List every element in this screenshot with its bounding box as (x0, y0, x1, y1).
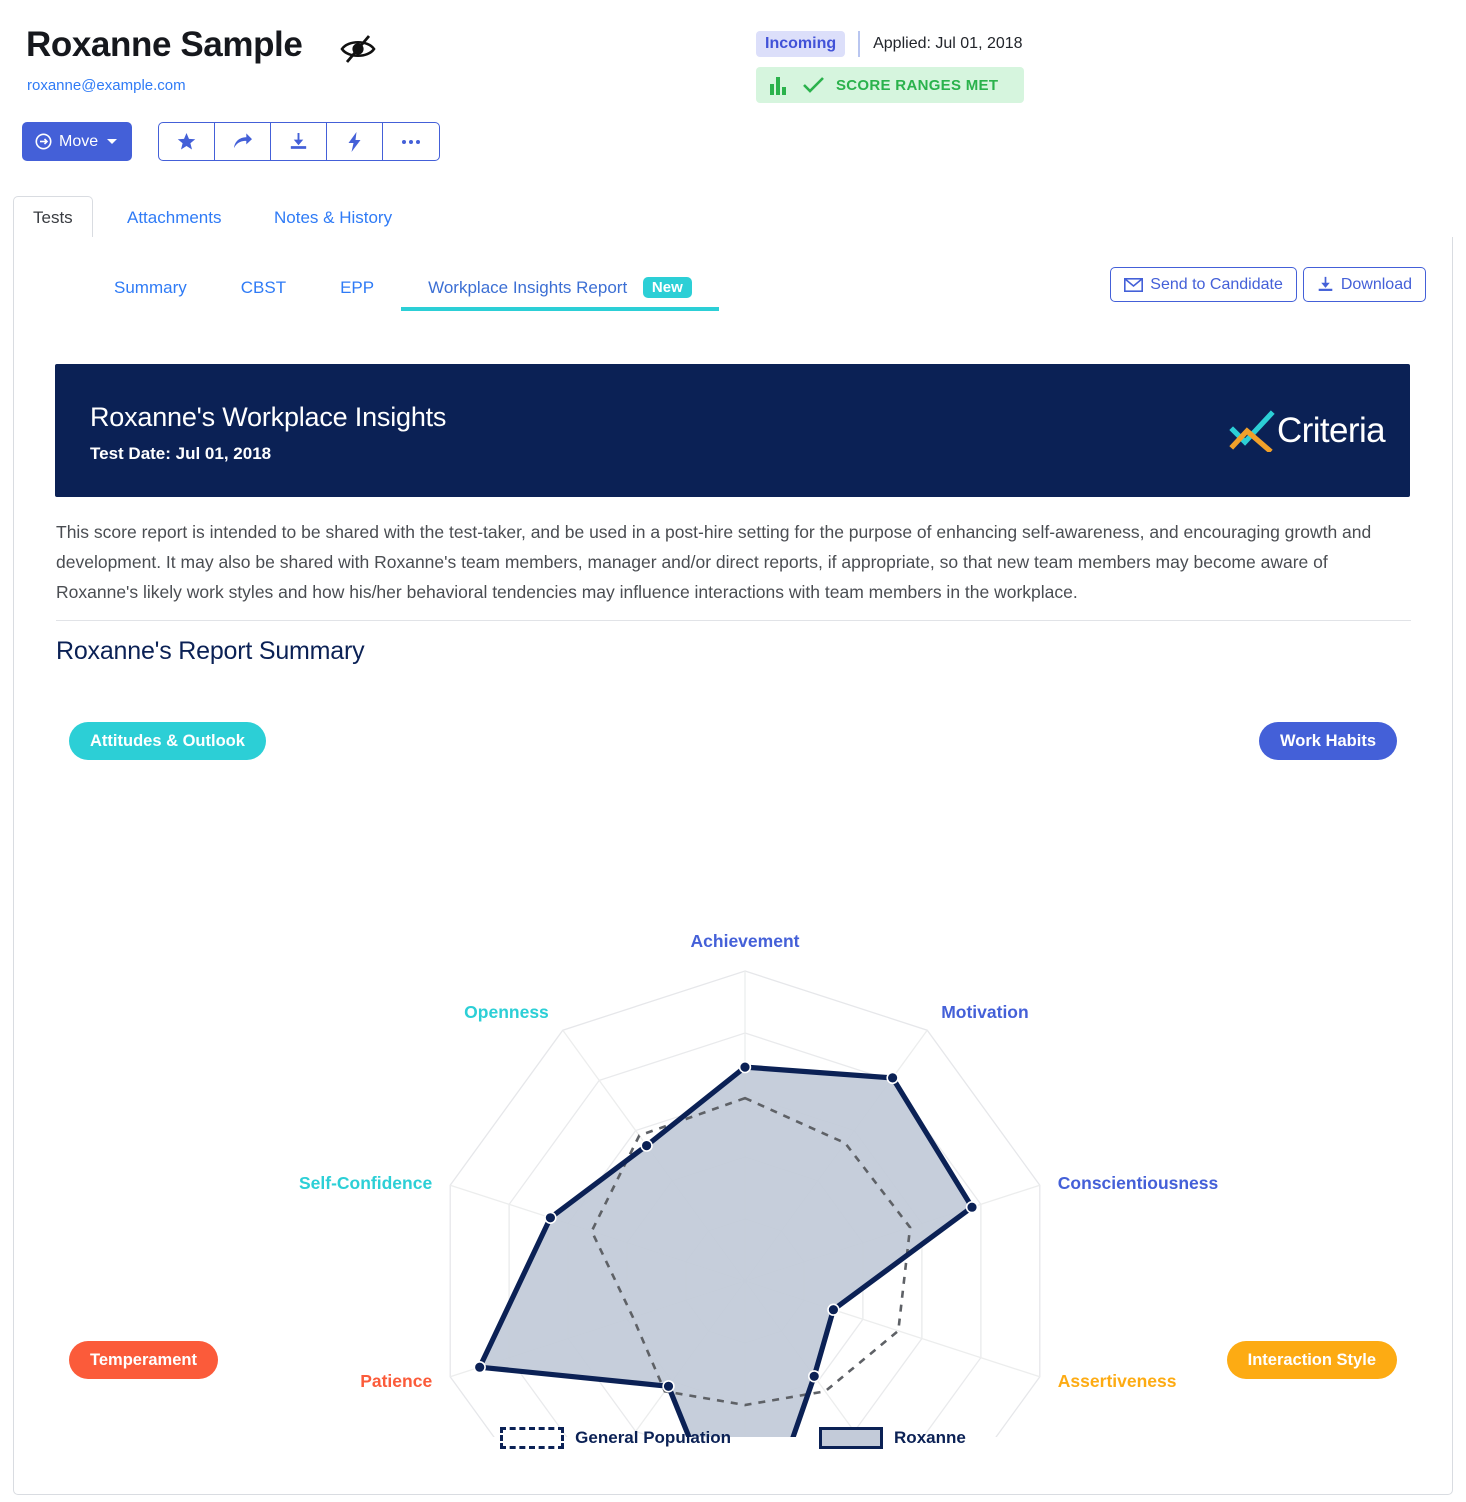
tests-panel: Summary CBST EPP Workplace Insights Repo… (13, 237, 1453, 1502)
radar-axis-label-self-confidence: Self-Confidence (299, 1173, 432, 1193)
radar-point-assertiveness (827, 1303, 840, 1316)
chart-legend: General Population Roxanne (14, 1427, 1452, 1449)
radar-area-roxanne (479, 1067, 972, 1502)
send-to-candidate-button[interactable]: Send to Candidate (1110, 267, 1297, 302)
radar-point-competitiveness (662, 1380, 675, 1393)
action-icon-group (158, 122, 440, 161)
tab-tests[interactable]: Tests (13, 196, 93, 239)
radar-point-motivation (886, 1071, 899, 1085)
status-divider (858, 31, 861, 57)
criteria-wordmark: Criteria (1277, 411, 1386, 450)
radar-axis-label-openness: Openness (464, 1002, 549, 1022)
divider (56, 620, 1411, 621)
radar-point-openness (640, 1139, 653, 1152)
download-icon[interactable] (271, 123, 327, 160)
radar-point-patience (473, 1360, 486, 1374)
score-ranges-met-label: SCORE RANGES MET (836, 76, 999, 94)
status-badge: Incoming (756, 31, 846, 57)
subtab-epp-label: EPP (340, 278, 375, 297)
candidate-email[interactable]: roxanne@example.com (27, 76, 186, 96)
candidate-header: Roxanne Sample roxanne@example.com Move (0, 0, 1466, 185)
subtab-summary[interactable]: Summary (87, 278, 214, 311)
radar-axis-label-conscientiousness: Conscientiousness (1058, 1173, 1219, 1193)
envelope-icon (1124, 277, 1144, 292)
check-icon (803, 76, 824, 93)
lightning-icon[interactable] (327, 123, 383, 160)
new-badge: New (642, 277, 692, 298)
download-report-button[interactable]: Download (1302, 267, 1426, 302)
move-button-label: Move (59, 132, 99, 150)
score-ranges-met-banner: SCORE RANGES MET (756, 67, 1024, 103)
report-sub-tabs: Summary CBST EPP Workplace Insights Repo… (87, 277, 719, 311)
legend-item-general-population: General Population (500, 1427, 731, 1449)
subtab-workplace-insights-report[interactable]: Workplace Insights Report New (401, 277, 719, 311)
tab-attachments[interactable]: Attachments (108, 196, 241, 239)
legend-label-roxanne: Roxanne (894, 1428, 966, 1447)
radar-point-self-confidence (544, 1211, 557, 1224)
subtab-summary-label: Summary (114, 278, 187, 297)
main-tab-strip: Tests Attachments Notes & History (13, 196, 1453, 239)
legend-item-roxanne: Roxanne (819, 1427, 966, 1449)
status-area: Incoming Applied: Jul 01, 2018 SCORE RAN… (756, 30, 1024, 103)
page-title: Roxanne Sample (26, 25, 303, 64)
workplace-insights-page: Roxanne Sample roxanne@example.com Move (0, 0, 1466, 1502)
forward-arrow-icon[interactable] (215, 123, 271, 160)
active-tab-underline (401, 307, 719, 311)
status-row: Incoming Applied: Jul 01, 2018 (756, 30, 1024, 58)
star-icon[interactable] (159, 123, 215, 160)
legend-swatch-filled (819, 1427, 884, 1449)
subtab-cbst[interactable]: CBST (214, 278, 313, 311)
download-report-label: Download (1340, 275, 1412, 293)
legend-swatch-dashed (500, 1427, 565, 1449)
radar-point-conscientiousness (965, 1200, 979, 1214)
ellipsis-icon[interactable] (383, 123, 439, 160)
report-summary-title: Roxanne's Report Summary (56, 637, 365, 665)
move-target-icon (35, 133, 52, 150)
subtab-epp[interactable]: EPP (313, 278, 401, 311)
download-icon (1318, 276, 1333, 291)
report-test-date: Test Date: Jul 01, 2018 (90, 444, 272, 463)
radar-point-achievement (738, 1060, 752, 1074)
chevron-down-icon (107, 139, 118, 144)
report-actions: Send to Candidate Download (1110, 267, 1426, 302)
move-button[interactable]: Move (22, 122, 133, 161)
send-to-candidate-label: Send to Candidate (1150, 275, 1283, 293)
subtab-workplace-insights-label: Workplace Insights Report (428, 278, 628, 297)
eye-slash-icon[interactable] (338, 32, 378, 66)
radar-axis-label-motivation: Motivation (941, 1002, 1028, 1022)
legend-label-general-population: General Population (575, 1428, 732, 1447)
subtab-cbst-label: CBST (240, 278, 287, 297)
tab-notes-history[interactable]: Notes & History (255, 196, 411, 239)
criteria-logo: Criteria (1229, 410, 1386, 452)
radar-point-extroversion (807, 1370, 821, 1383)
radar-axis-label-assertiveness: Assertiveness (1058, 1371, 1177, 1391)
report-banner: Roxanne's Workplace Insights Test Date: … (55, 364, 1410, 497)
radar-chart: Achievement Motivation Conscientiousness As… (14, 677, 1452, 1502)
bar-chart-icon (770, 76, 786, 95)
report-intro-text: This score report is intended to be shar… (56, 522, 1372, 602)
criteria-x-logo (1229, 410, 1275, 452)
report-banner-title: Roxanne's Workplace Insights (90, 402, 447, 432)
radar-axis-label-patience: Patience (360, 1371, 432, 1391)
applied-date: Applied: Jul 01, 2018 (873, 35, 1023, 52)
radar-axis-label-achievement: Achievement (691, 931, 800, 951)
